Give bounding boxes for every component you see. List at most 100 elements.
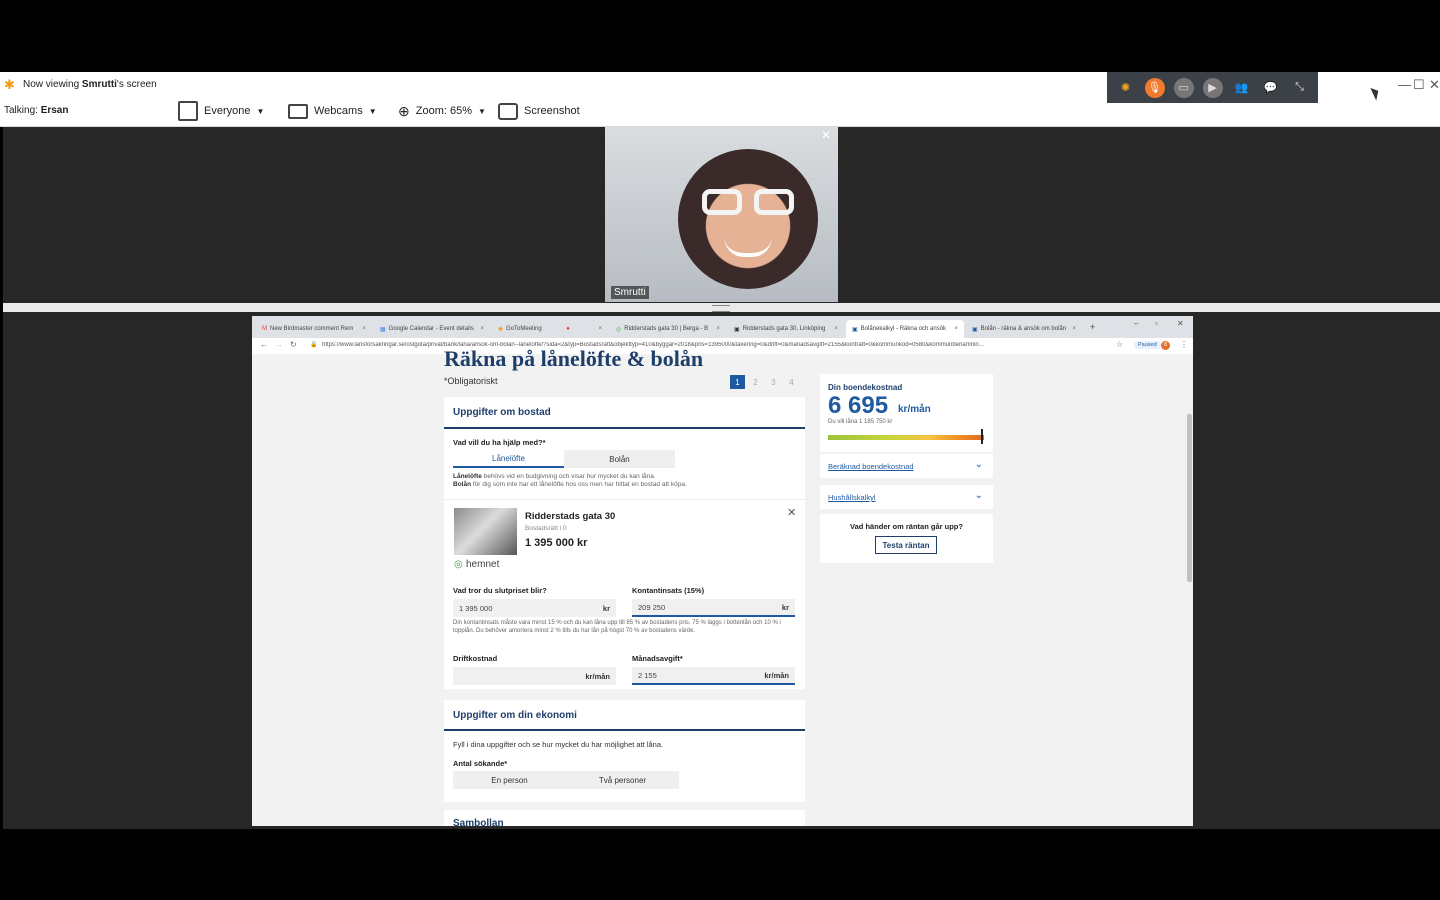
mic-muted-icon[interactable]: 🎙 [1144, 77, 1165, 98]
step-2[interactable]: 2 [748, 375, 763, 389]
resize-grip-icon[interactable] [712, 305, 730, 312]
browser-tab[interactable]: ✺ GoToMeeting ● × [492, 320, 608, 338]
page-scrollbar[interactable] [1185, 354, 1193, 826]
final-price-value: 1 395 000 [459, 603, 493, 613]
operating-cost-input[interactable]: kr/mån [453, 667, 616, 685]
zoom-label: Zoom: 65% [415, 105, 472, 117]
browser-tab[interactable]: ▦ Google Calendar - Event details × [374, 320, 490, 338]
lf-tab-icon: ▣ [972, 326, 978, 333]
tab-label: Ridderstads gata 30, Linköping [742, 326, 826, 332]
expand-icon[interactable]: ⤡ [1290, 78, 1310, 98]
maximize-button[interactable]: ☐ [1413, 77, 1425, 93]
lock-icon: 🔒 [310, 342, 318, 348]
back-icon[interactable]: ← [260, 340, 268, 349]
reload-icon[interactable]: ↻ [290, 340, 297, 349]
unit-label: kr/mån [585, 671, 610, 681]
browser-close-icon[interactable]: ✕ [1177, 319, 1184, 328]
scrollbar-thumb[interactable] [1187, 414, 1192, 582]
gotomeeting-logo-icon: ✱ [4, 77, 15, 92]
screenshot-button[interactable]: Screenshot [498, 100, 580, 122]
one-person-option[interactable]: En person [453, 771, 566, 789]
tab-close-icon[interactable]: × [950, 326, 958, 332]
tab-close-icon[interactable]: × [712, 326, 720, 332]
step-4[interactable]: 4 [784, 375, 799, 389]
step-3[interactable]: 3 [766, 375, 781, 389]
screen-share-icon[interactable]: ▭ [1173, 77, 1194, 98]
zoom-icon: ⊕ [398, 102, 410, 119]
talking-label: Talking: [4, 105, 38, 116]
help-toggle: Lånelöfte Bolån [453, 450, 675, 468]
attendees-icon[interactable]: 👥 [1232, 78, 1252, 98]
gotomeeting-menu-icon[interactable]: ✺ [1116, 78, 1136, 98]
lf-tab-icon: ▣ [852, 326, 858, 333]
unit-label: kr/mån [764, 670, 789, 680]
minimize-button[interactable]: — [1398, 77, 1411, 92]
tab-close-icon[interactable]: × [476, 326, 484, 332]
listing-title: Ridderstads gata 30 [525, 511, 616, 522]
paused-badge[interactable]: Paused [1134, 341, 1161, 349]
help-label: Vad vill du ha hjälp med?* [453, 438, 546, 447]
ekonomi-card: Uppgifter om din ekonomi Fyll i dina upp… [444, 700, 805, 802]
loan-amount: Du vill låna 1 185 750 kr [828, 419, 893, 425]
profile-avatar[interactable]: 8 [1161, 341, 1170, 350]
browser-tab[interactable]: ▣ Bolån - räkna & ansök om bolån × [966, 320, 1082, 338]
down-payment-info: Din kontantinsats måste vara minst 15 % … [453, 620, 781, 634]
forward-icon[interactable]: → [275, 340, 283, 349]
browser-menu-icon[interactable]: ⋮ [1180, 340, 1188, 349]
page-tab-icon: ▣ [734, 326, 740, 333]
chat-icon[interactable]: 💬 [1261, 78, 1281, 98]
webcams-label: Webcams [314, 105, 363, 117]
tab-label: GoToMeeting [506, 326, 542, 332]
mortgage-option[interactable]: Bolån [564, 450, 675, 468]
new-tab-button[interactable]: + [1090, 322, 1095, 332]
hemnet-logo-icon: ◎ [454, 559, 463, 570]
zoom-dropdown[interactable]: ⊕ Zoom: 65% ▼ [398, 100, 486, 122]
cost-summary: Din boendekostnad 6 695 kr/mån Du vill l… [820, 374, 993, 452]
rate-question: Vad händer om räntan går upp? [850, 522, 963, 531]
down-payment-input[interactable]: 209 250 kr [632, 599, 795, 617]
browser-tab[interactable]: M New Birdmaster comment Rem × [256, 320, 372, 338]
tab-label: Ridderstads gata 30 | Berga - B [624, 326, 709, 332]
remove-listing-icon[interactable]: ✕ [787, 506, 796, 519]
shared-browser-window: M New Birdmaster comment Rem × ▦ Google Cal… [252, 316, 1193, 826]
loan-promise-option[interactable]: Lånelöfte [453, 450, 564, 468]
test-rate-button[interactable]: Testa räntan [875, 536, 937, 554]
close-webcam-icon[interactable]: ✕ [821, 128, 831, 142]
bookmark-star-icon[interactable]: ☆ [1116, 340, 1123, 349]
page-title: Räkna på lånelöfte & bolån [444, 346, 704, 371]
browser-maximize-icon[interactable]: ▫ [1155, 319, 1158, 328]
close-button[interactable]: ✕ [1429, 77, 1440, 93]
caret-down-icon: ▼ [256, 106, 265, 116]
browser-minimize-icon[interactable]: – [1134, 319, 1138, 328]
tab-close-icon[interactable]: × [358, 326, 366, 332]
card-divider [444, 427, 805, 429]
everyone-dropdown[interactable]: Everyone ▼ [178, 100, 264, 122]
two-persons-option[interactable]: Två personer [566, 771, 679, 789]
step-1[interactable]: 1 [730, 375, 745, 389]
talking-name: Ersan [40, 105, 69, 116]
browser-tab[interactable]: ▣ Ridderstads gata 30, Linköping × [728, 320, 844, 338]
desc-text: behövs vid en budgivning och visar hur m… [481, 473, 656, 480]
accordion-housing-cost[interactable]: Beräknad boendekostnad ⌄ [820, 454, 993, 478]
webcam-icon [288, 103, 308, 119]
tab-close-icon[interactable]: × [830, 326, 838, 332]
accordion-household[interactable]: Hushållskalkyl ⌄ [820, 485, 993, 509]
desc-term: Bolån [453, 481, 472, 488]
tab-close-icon[interactable]: × [594, 326, 602, 332]
required-note: *Obligatoriskt [444, 376, 498, 386]
tab-close-icon[interactable]: × [1068, 326, 1076, 332]
participant-video [678, 149, 818, 289]
webcams-dropdown[interactable]: Webcams ▼ [288, 100, 377, 122]
final-price-input[interactable]: 1 395 000 kr [453, 599, 616, 617]
meeting-controls: ✺ 🎙 ▭ ▶ 👥 💬 ⤡ [1107, 72, 1318, 103]
url-field[interactable]: https://www.lansforsakringar.se/ostgota/… [322, 342, 1112, 348]
listing-card: Ridderstads gata 30 Bostadsrätt i 0 1 39… [444, 499, 805, 573]
unit-label: kr [781, 602, 789, 612]
browser-tab-active[interactable]: ▣ Bolånekalkyl - Räkna och ansök × [846, 320, 964, 338]
listing-photo[interactable] [454, 508, 517, 555]
cost-level-marker [981, 429, 984, 444]
camera-toggle-icon[interactable]: ▶ [1202, 77, 1223, 98]
browser-tab[interactable]: ◎ Ridderstads gata 30 | Berga - B × [610, 320, 726, 338]
gmail-icon: M [262, 326, 267, 332]
monthly-fee-input[interactable]: 2 155 kr/mån [632, 667, 795, 685]
